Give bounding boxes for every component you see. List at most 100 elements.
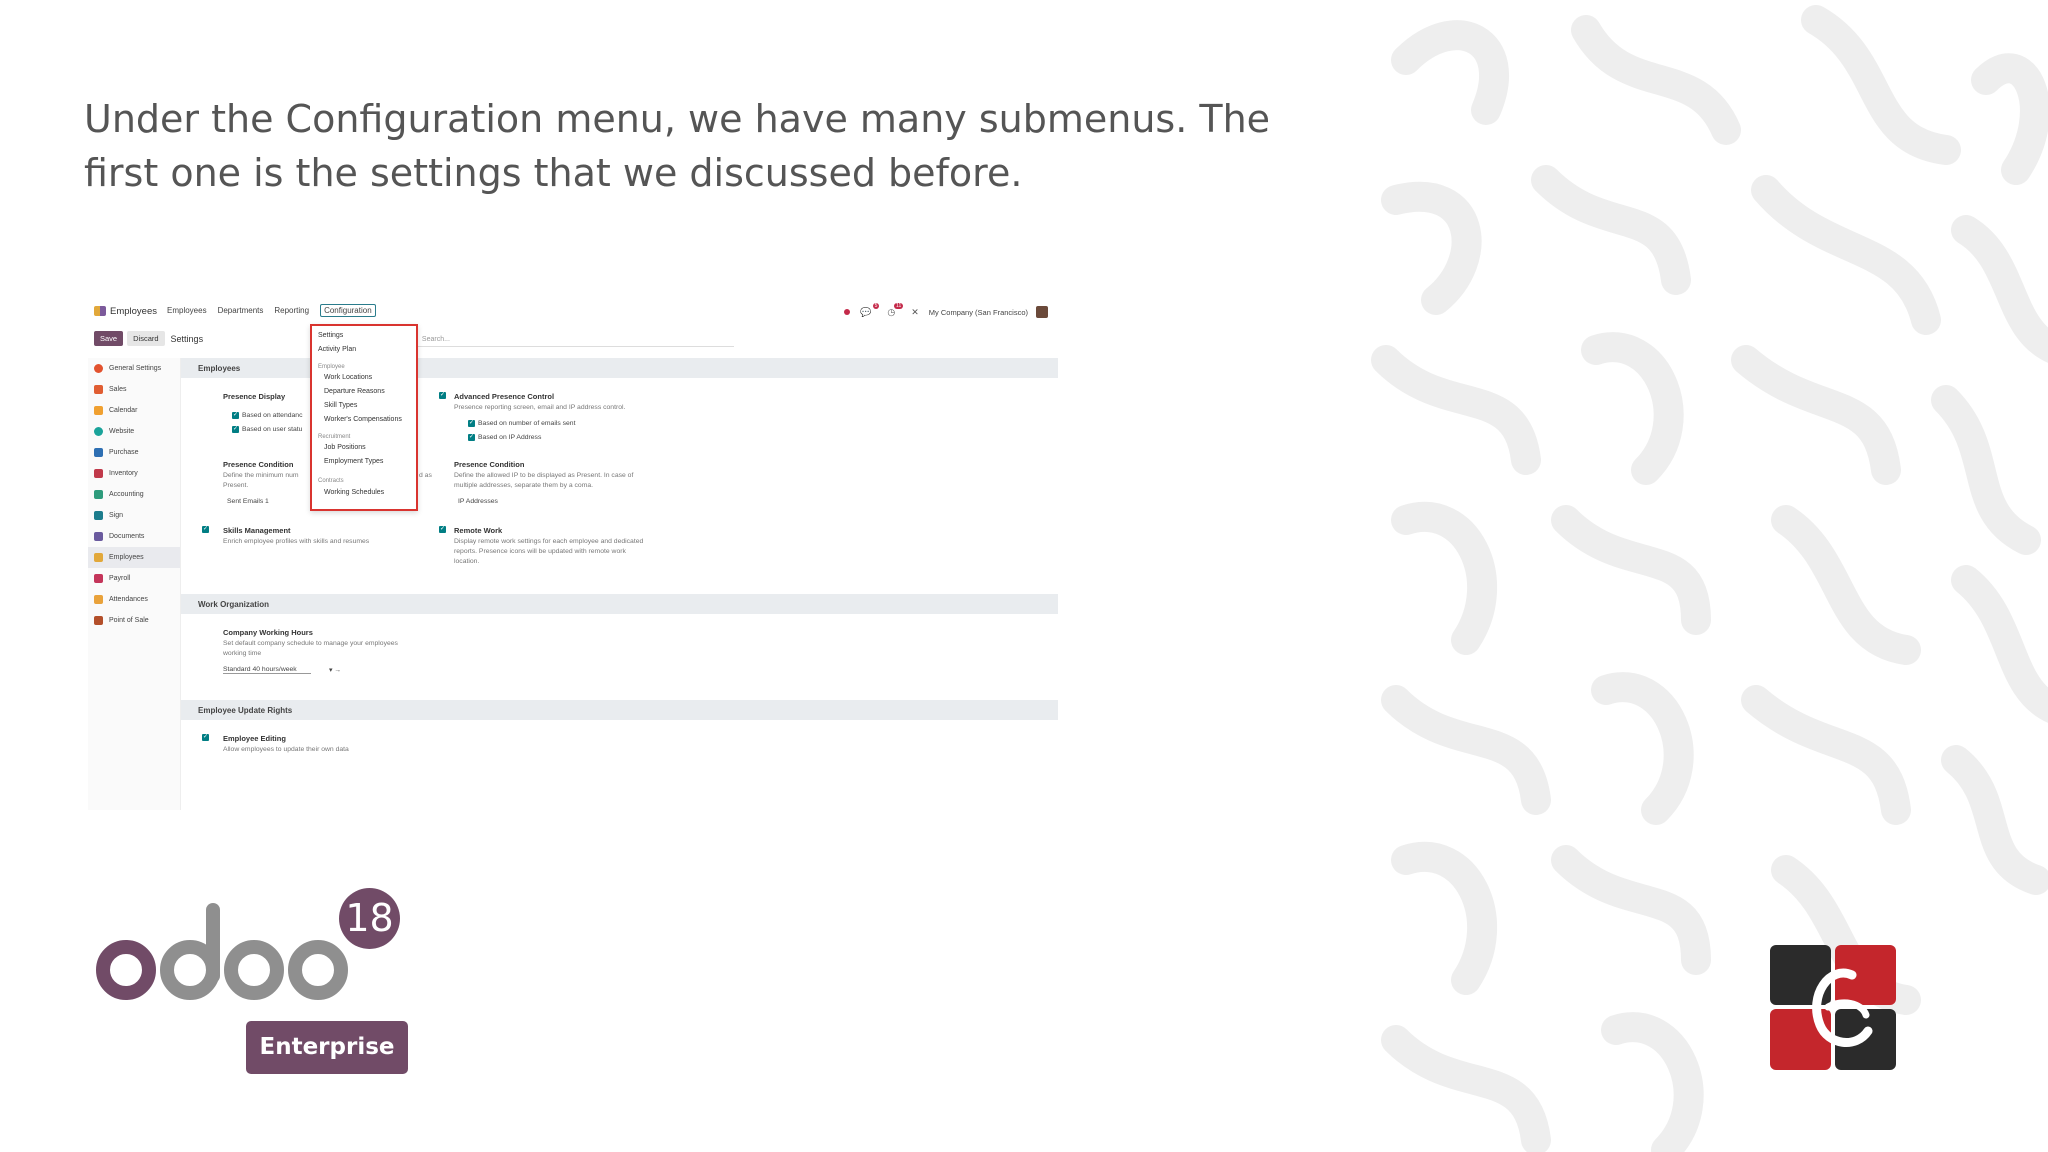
sidebar-item-sign[interactable]: Sign bbox=[88, 505, 180, 526]
documents-icon bbox=[94, 532, 103, 541]
menu-header-recruitment: Recruitment bbox=[318, 434, 351, 440]
company-switcher[interactable]: My Company (San Francisco) bbox=[929, 308, 1028, 317]
payroll-icon bbox=[94, 574, 103, 583]
breadcrumb: Settings bbox=[170, 333, 204, 344]
presence-condition-desc-tail: d as bbox=[419, 472, 432, 479]
menu-item-employment-types[interactable]: Employment Types bbox=[324, 458, 383, 465]
settings-sidebar: General Settings Sales Calendar Website … bbox=[88, 358, 181, 810]
avatar[interactable] bbox=[1036, 306, 1048, 318]
skills-desc: Enrich employee profiles with skills and… bbox=[223, 538, 370, 545]
menu-item-activity-plan[interactable]: Activity Plan bbox=[318, 346, 356, 353]
odoo-logo bbox=[96, 903, 348, 1000]
menu-item-workers-compensations[interactable]: Worker's Compensations bbox=[324, 416, 402, 423]
version-badge: 18 bbox=[339, 888, 400, 949]
presence-condition2-desc-2: multiple addresses, separate them by a c… bbox=[454, 482, 594, 489]
slide-caption: Under the Configuration menu, we have ma… bbox=[84, 97, 1271, 195]
presence-condition-present: Present. bbox=[223, 482, 249, 489]
chevron-down-icon[interactable]: ▾ → bbox=[329, 666, 341, 674]
employees-icon bbox=[94, 553, 103, 562]
advanced-presence-desc: Presence reporting screen, email and IP … bbox=[454, 404, 626, 411]
sidebar-item-website[interactable]: Website bbox=[88, 421, 180, 442]
top-navbar: Employees Employees Departments Reportin… bbox=[88, 300, 1058, 322]
company-hours-title: Company Working Hours bbox=[223, 628, 313, 637]
employee-editing-title: Employee Editing bbox=[223, 734, 286, 743]
inventory-icon bbox=[94, 469, 103, 478]
user-status-label: Based on user statu bbox=[242, 426, 303, 433]
remote-checkbox[interactable]: ✓ bbox=[439, 526, 446, 533]
sent-emails-value[interactable]: 1 bbox=[265, 498, 269, 505]
general-settings-icon bbox=[94, 364, 103, 373]
search-placeholder: Search... bbox=[421, 335, 450, 343]
sign-icon bbox=[94, 511, 103, 520]
nav-reporting[interactable]: Reporting bbox=[274, 306, 309, 317]
attendance-label: Based on attendanc bbox=[242, 412, 303, 419]
employee-editing-checkbox[interactable]: ✓ bbox=[202, 734, 209, 741]
menu-header-employee: Employee bbox=[318, 364, 345, 370]
menu-item-job-positions[interactable]: Job Positions bbox=[324, 444, 366, 451]
discard-button[interactable]: Discard bbox=[127, 331, 165, 346]
skills-checkbox[interactable]: ✓ bbox=[202, 526, 209, 533]
sidebar-item-documents[interactable]: Documents bbox=[88, 526, 180, 547]
remote-desc-2: reports. Presence icons will be updated … bbox=[454, 548, 626, 555]
presence-condition-title: Presence Condition bbox=[223, 460, 294, 469]
menu-item-working-schedules[interactable]: Working Schedules bbox=[324, 489, 384, 496]
status-dot-icon[interactable] bbox=[844, 309, 851, 315]
emails-checkbox[interactable]: ✓ bbox=[468, 420, 475, 427]
sidebar-item-point-of-sale[interactable]: Point of Sale bbox=[88, 610, 180, 631]
section-work-organization: Work Organization bbox=[181, 594, 1058, 614]
advanced-presence-checkbox[interactable]: ✓ bbox=[439, 392, 446, 399]
nav-employees[interactable]: Employees bbox=[167, 306, 207, 317]
attendance-checkbox[interactable]: ✓ bbox=[232, 412, 239, 419]
menu-item-skill-types[interactable]: Skill Types bbox=[324, 402, 357, 409]
ip-label: Based on IP Address bbox=[478, 434, 542, 441]
search-input[interactable]: ⌕ Search... bbox=[414, 332, 734, 347]
nav-configuration[interactable]: Configuration bbox=[320, 303, 376, 317]
sidebar-item-attendances[interactable]: Attendances bbox=[88, 589, 180, 610]
advanced-presence-title: Advanced Presence Control bbox=[454, 392, 555, 401]
sidebar-item-calendar[interactable]: Calendar bbox=[88, 400, 180, 421]
presence-display-title: Presence Display bbox=[223, 392, 286, 401]
sales-icon bbox=[94, 385, 103, 394]
sidebar-item-employees[interactable]: Employees bbox=[88, 547, 180, 568]
clock-icon[interactable]: ◷ 11 bbox=[887, 302, 904, 318]
sidebar-item-purchase[interactable]: Purchase bbox=[88, 442, 180, 463]
sidebar-item-payroll[interactable]: Payroll bbox=[88, 568, 180, 589]
chat-badge: 5 bbox=[872, 302, 880, 309]
app-menu[interactable]: Employees bbox=[94, 306, 157, 317]
tools-icon[interactable]: ✕ bbox=[911, 307, 919, 318]
accounting-icon bbox=[94, 490, 103, 499]
sidebar-item-general-settings[interactable]: General Settings bbox=[88, 358, 180, 379]
employees-app-icon bbox=[94, 306, 106, 316]
section-update-rights: Employee Update Rights bbox=[181, 700, 1058, 720]
sidebar-item-inventory[interactable]: Inventory bbox=[88, 463, 180, 484]
sidebar-item-accounting[interactable]: Accounting bbox=[88, 484, 180, 505]
point-of-sale-icon bbox=[94, 616, 103, 625]
attendances-icon bbox=[94, 595, 103, 604]
presence-condition2-title: Presence Condition bbox=[454, 460, 525, 469]
nav-departments[interactable]: Departments bbox=[218, 306, 264, 317]
menu-item-work-locations[interactable]: Work Locations bbox=[324, 374, 372, 381]
sent-emails-label: Sent Emails bbox=[227, 498, 264, 505]
decorative-pattern bbox=[1371, 5, 2048, 1152]
save-button[interactable]: Save bbox=[94, 331, 124, 346]
website-icon bbox=[94, 427, 103, 436]
chat-icon[interactable]: 💬 5 bbox=[860, 302, 880, 318]
skills-title: Skills Management bbox=[223, 526, 291, 535]
user-status-checkbox[interactable]: ✓ bbox=[232, 426, 239, 433]
app-name: Employees bbox=[110, 305, 157, 317]
configuration-dropdown: Settings Activity Plan Employee Work Loc… bbox=[310, 324, 418, 511]
ip-addresses-field[interactable]: IP Addresses bbox=[458, 498, 498, 505]
enterprise-badge: Enterprise bbox=[246, 1021, 408, 1074]
menu-item-departure-reasons[interactable]: Departure Reasons bbox=[324, 388, 385, 395]
remote-desc-3: location. bbox=[454, 558, 480, 565]
calendar-icon bbox=[94, 406, 103, 415]
company-hours-desc-2: working time bbox=[223, 650, 262, 657]
sidebar-item-sales[interactable]: Sales bbox=[88, 379, 180, 400]
app-screenshot: Employees Employees Departments Reportin… bbox=[88, 300, 1058, 810]
schedule-select[interactable]: Standard 40 hours/week bbox=[223, 666, 311, 674]
menu-item-settings[interactable]: Settings bbox=[318, 332, 343, 339]
company-logo bbox=[1770, 945, 1896, 1070]
employee-editing-desc: Allow employees to update their own data bbox=[223, 746, 349, 753]
menu-header-contracts: Contracts bbox=[318, 478, 344, 484]
ip-checkbox[interactable]: ✓ bbox=[468, 434, 475, 441]
